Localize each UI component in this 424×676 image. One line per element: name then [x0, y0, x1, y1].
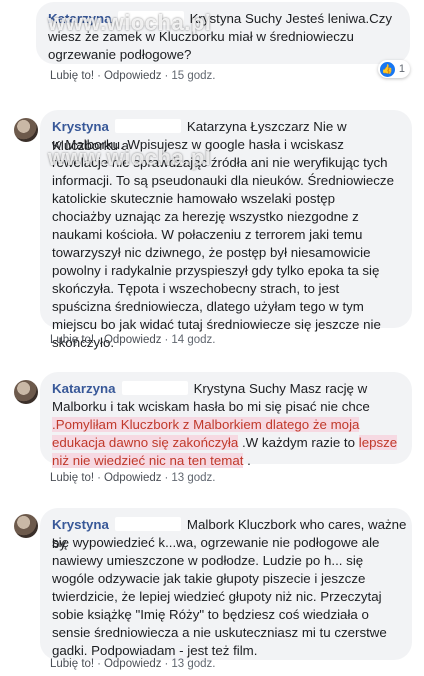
comment-bubble: Krystyna Katarzyna Łyszczarz Nie w Kluczb…: [40, 110, 412, 350]
highlighted-text: lepsze: [358, 435, 398, 450]
comment-text: ogrzewanie podłogowe?: [48, 47, 192, 62]
redacted-name: [121, 381, 188, 395]
comment-text: sobie książkę "Imię Róży" to będziesz co…: [52, 607, 369, 622]
reaction-badge[interactable]: 👍 1: [377, 60, 410, 78]
comment-bubble: Katarzyna Krystyna Suchy Jesteś leniwa.Cz…: [36, 2, 410, 64]
reply-link[interactable]: Odpowiedz: [104, 472, 162, 484]
comment-text: się wypowiedzieć k...wa, ogrzewanie nie …: [52, 535, 380, 550]
comment-author[interactable]: Krystyna: [52, 119, 109, 134]
like-link[interactable]: Lubię to!: [50, 472, 94, 484]
comment-text: informacji. To są pseudonauki dla nieukó…: [52, 173, 394, 188]
comment-text: spuścizna średniowiecza, dlatego użyłam …: [52, 299, 364, 314]
comment-text: powolny i radykalnie przyspieszył gdy ty…: [52, 263, 380, 278]
comment-text: w Malborku. Wpisujesz w google hasła i w…: [52, 137, 344, 152]
redacted-name: [117, 11, 184, 25]
comment-bubble: Katarzyna Krystyna Suchy Masz rację w Mal…: [40, 372, 412, 468]
comment-text: miejscu bo jak widać tutaj średniowiecze…: [52, 317, 381, 332]
like-link[interactable]: Lubię to!: [50, 70, 94, 82]
comment-text: towarzyszył nic dziwnego, że postęp był …: [52, 245, 371, 260]
comment-text: katolickie skutecznie hamowało wszelaki …: [52, 191, 336, 206]
reply-link[interactable]: Odpowiedz: [104, 658, 162, 670]
comment-actions: Lubię to! · Odpowiedz · 14 godz.: [50, 334, 216, 346]
avatar[interactable]: [14, 118, 38, 142]
redacted-name: [114, 517, 181, 531]
reaction-count: 1: [398, 63, 405, 75]
comment-mention[interactable]: Katarzyna Łyszczarz: [187, 119, 310, 134]
comment-time[interactable]: 14 godz.: [171, 334, 215, 346]
highlighted-text: edukacja dawno się zakończyła: [52, 435, 239, 450]
comment-text: sensie średniowiecza a nie uskuteczniasz…: [52, 625, 387, 640]
like-link[interactable]: Lubię to!: [50, 334, 94, 346]
like-link[interactable]: Lubię to!: [50, 658, 94, 670]
comment-author[interactable]: Katarzyna: [48, 11, 112, 26]
thumbs-up-icon: 👍: [379, 61, 395, 77]
comment-mention[interactable]: Krystyna Suchy: [190, 11, 282, 26]
avatar[interactable]: [14, 514, 38, 538]
comment-text: rewelacje nie sprawdzając źródła ani nie…: [52, 155, 388, 170]
highlighted-text: niż nie wiedzieć nic na ten temat: [52, 453, 244, 468]
comment-author[interactable]: Krystyna: [52, 517, 109, 532]
comment-text: Masz rację w: [289, 381, 368, 396]
comment-text: Jesteś leniwa.Czy: [285, 11, 393, 26]
comment-time[interactable]: 13 godz.: [171, 472, 215, 484]
comment-actions: Lubię to! · Odpowiedz · 13 godz.: [50, 472, 216, 484]
comment-bubble: Krystyna Malbork Kluczbork who cares, waż…: [40, 508, 412, 660]
comment-text: .: [243, 453, 251, 468]
comment-text: chociażby uznając za herezję wszystko ni…: [52, 209, 359, 224]
comment-text: nawiewy umieszczone w podłodze. Ludzie p…: [52, 553, 364, 568]
comment-mention[interactable]: Krystyna Suchy: [194, 381, 286, 396]
comment-text: twierdzicie, że lepiej wiedzieć głupoty …: [52, 589, 382, 604]
comment-time[interactable]: 13 godz.: [171, 658, 215, 670]
reply-link[interactable]: Odpowiedz: [104, 70, 162, 82]
comment-time[interactable]: 15 godz.: [171, 70, 215, 82]
comment-text: Malborku i tak wciskam hasła bo mi się p…: [52, 399, 370, 414]
comment-text: wogóle odzywacie jak takie głupoty pisze…: [52, 571, 366, 586]
avatar[interactable]: [14, 380, 38, 404]
comment-text: wiesz że zamek w Kluczborku miał w średn…: [48, 29, 354, 44]
reply-link[interactable]: Odpowiedz: [104, 334, 162, 346]
comment-text: skończyła. Tępota i wszechobecny strach,…: [52, 281, 340, 296]
highlighted-text: .Pomyliłam Kluczbork z Malborkiem dlateg…: [52, 417, 360, 432]
comment-author[interactable]: Katarzyna: [52, 381, 116, 396]
comment-actions: Lubię to! · Odpowiedz · 13 godz.: [50, 658, 216, 670]
redacted-name: [114, 119, 181, 133]
comment-actions: Lubię to! · Odpowiedz · 15 godz.: [50, 70, 216, 82]
comment-text: naukami kościoła. W połaczeniu z terrore…: [52, 227, 363, 242]
comment-text: .W każdym razie to: [238, 435, 359, 450]
